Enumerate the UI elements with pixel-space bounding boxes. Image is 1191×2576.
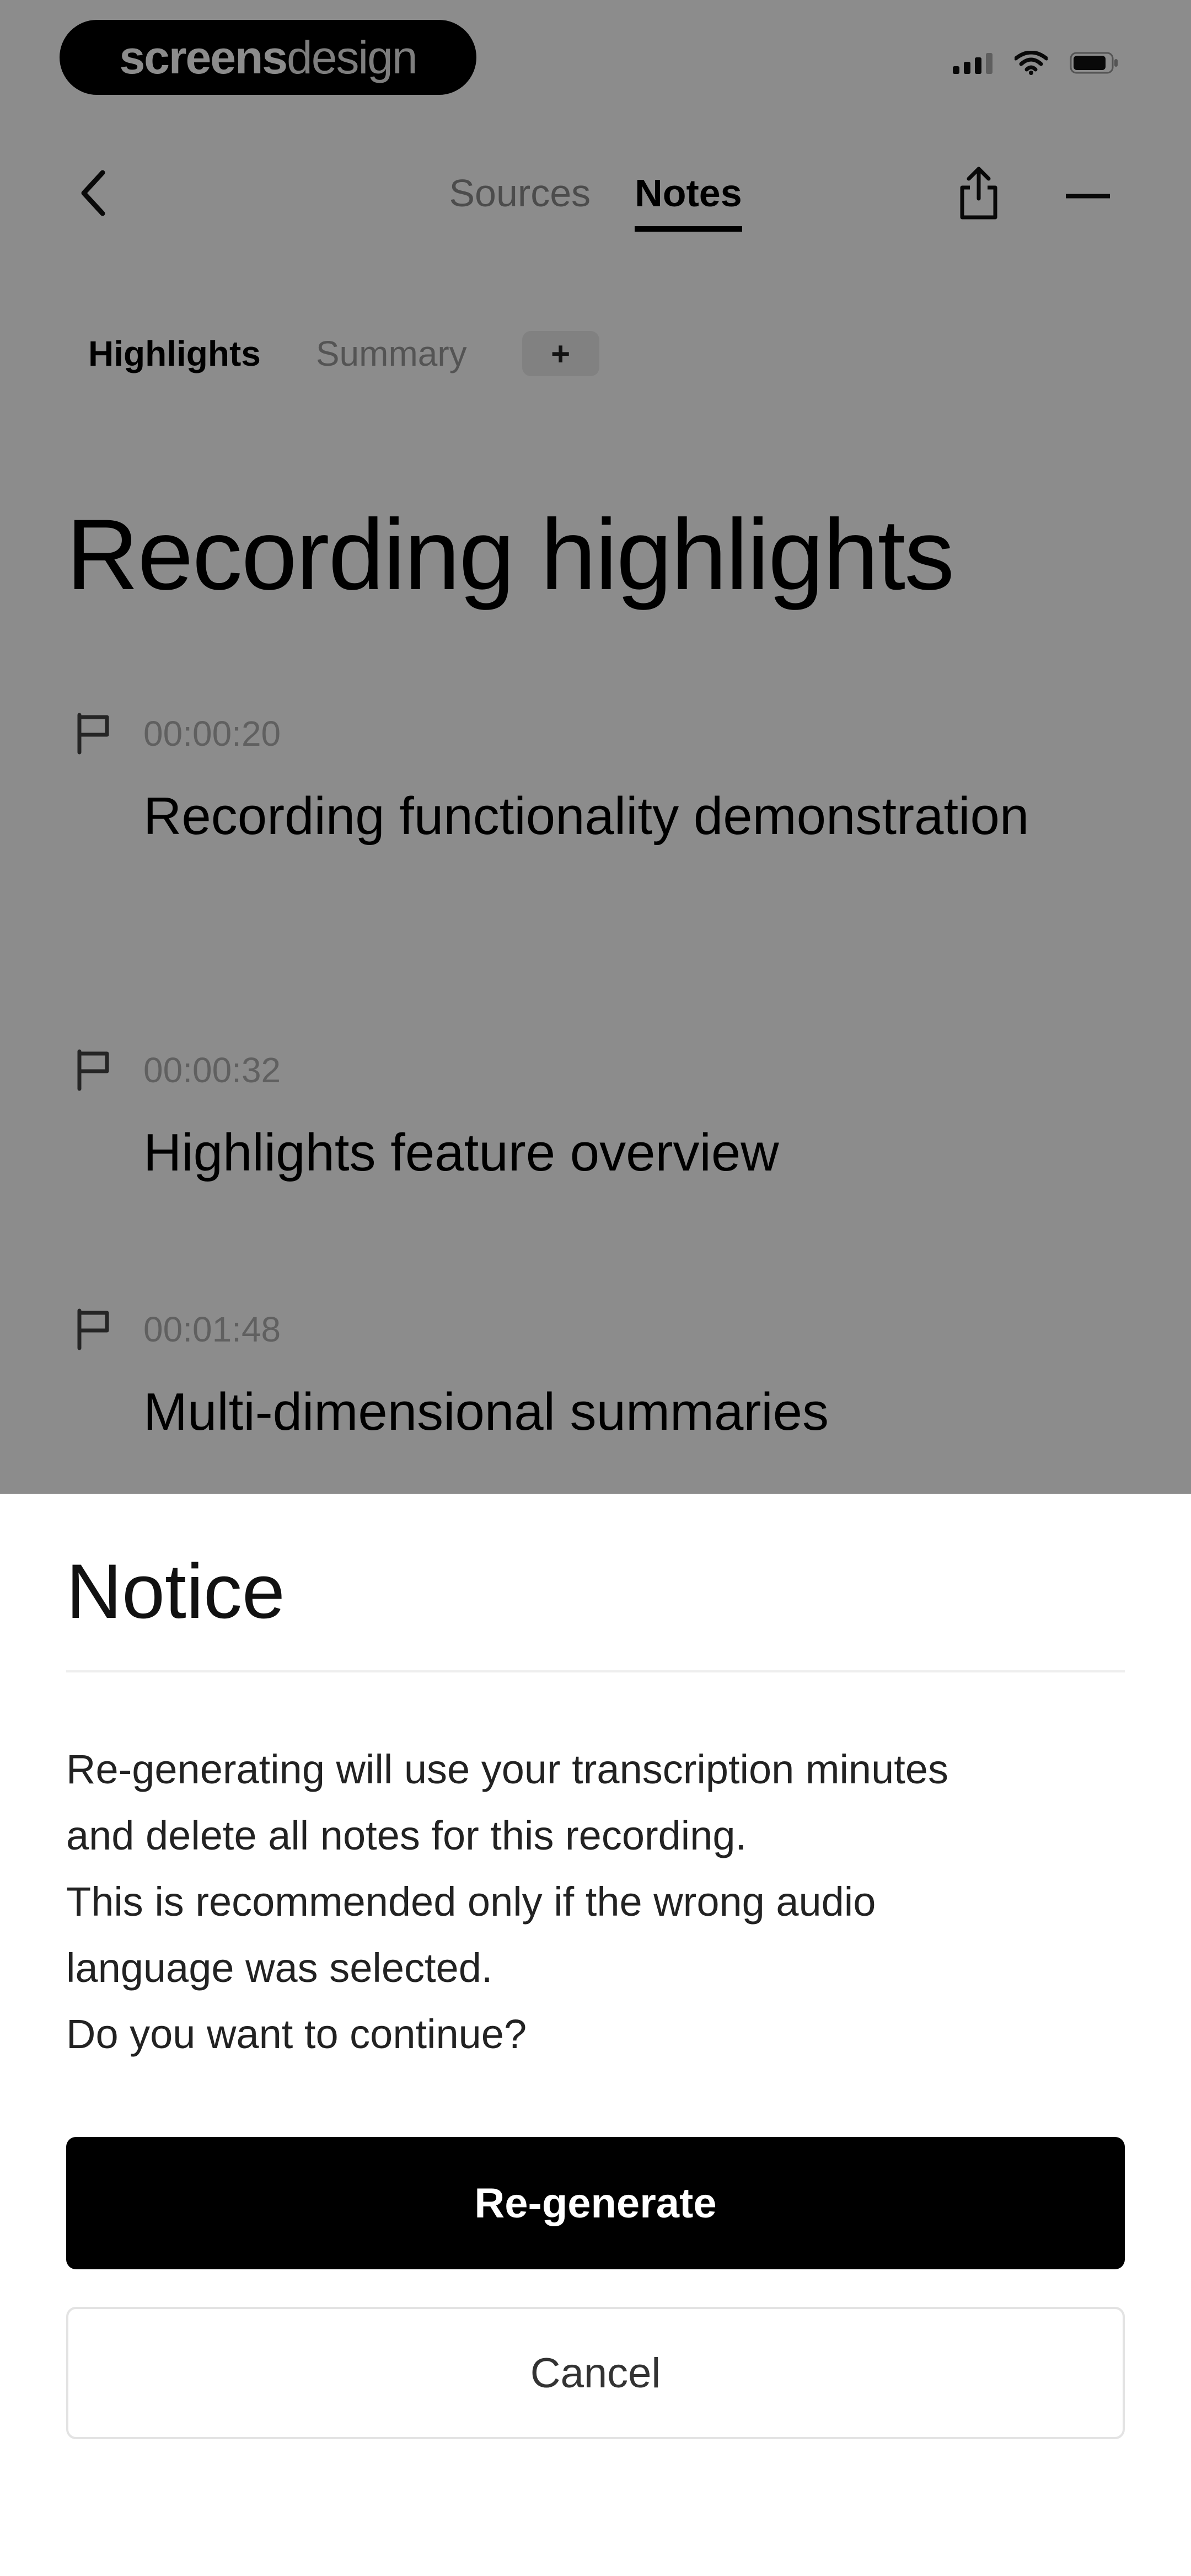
- dialog-divider: [66, 1670, 1125, 1672]
- dialog-message-line: Re-generating will use your transcriptio…: [66, 1746, 948, 1792]
- dialog-message-line: language was selected.: [66, 1945, 493, 1991]
- regenerate-button[interactable]: Re-generate: [66, 2137, 1125, 2269]
- cancel-button[interactable]: Cancel: [66, 2307, 1125, 2439]
- dialog-message-line: Do you want to continue?: [66, 2011, 527, 2057]
- dialog-message: Re-generating will use your transcriptio…: [66, 1736, 1125, 2067]
- notice-sheet: Notice Re-generating will use your trans…: [0, 1494, 1191, 2576]
- dialog-message-line: and delete all notes for this recording.: [66, 1813, 747, 1858]
- dialog-message-line: This is recommended only if the wrong au…: [66, 1879, 876, 1925]
- dialog-title: Notice: [66, 1548, 285, 1634]
